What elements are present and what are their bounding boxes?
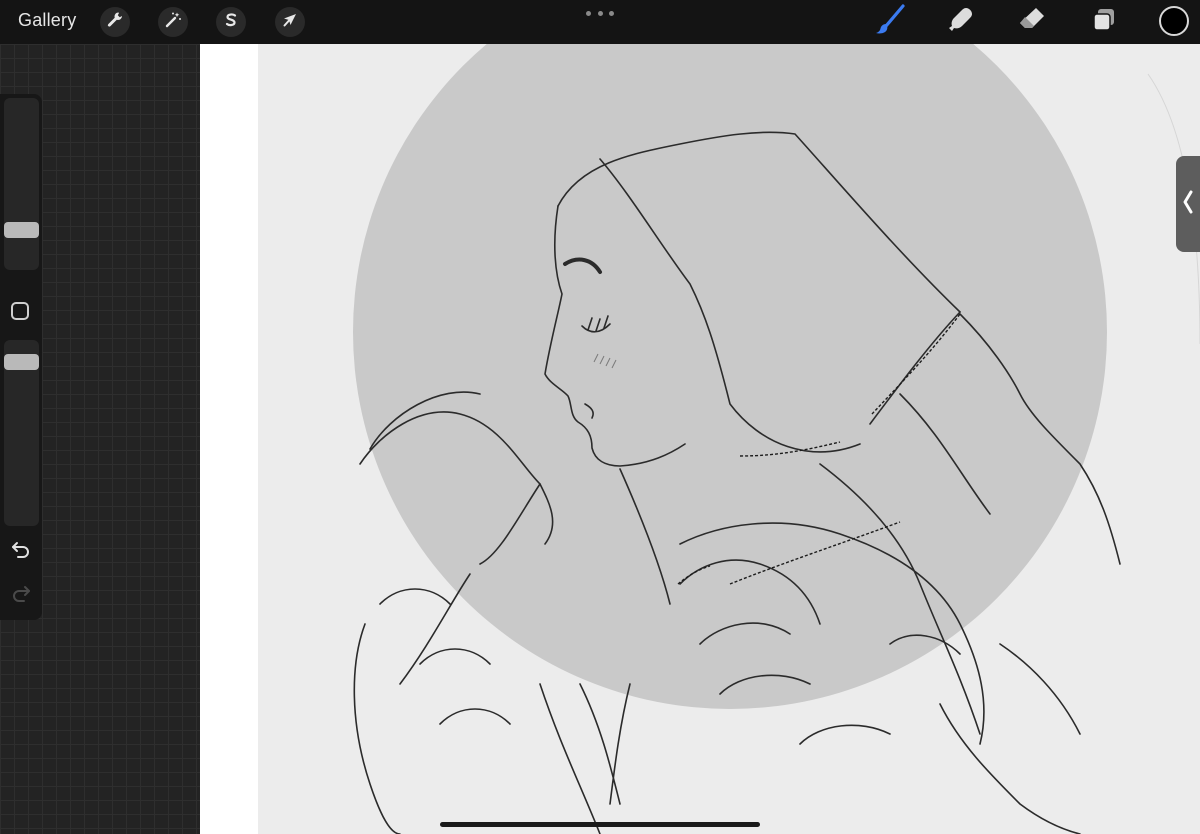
procreate-app: Gallery — [0, 0, 1200, 834]
brush-tool-button[interactable] — [874, 3, 906, 41]
eraser-tool-button[interactable] — [1016, 6, 1048, 38]
undo-button[interactable] — [9, 540, 33, 564]
undo-icon — [10, 539, 32, 566]
more-dots-icon[interactable] — [586, 8, 614, 18]
gallery-button[interactable]: Gallery — [18, 10, 76, 31]
chevron-left-icon — [1182, 189, 1194, 220]
redo-button[interactable] — [9, 584, 33, 608]
brush-icon — [874, 3, 906, 41]
side-panel-handle[interactable] — [1176, 156, 1200, 252]
transform-button[interactable] — [275, 7, 305, 37]
selection-s-icon — [222, 11, 240, 34]
eraser-icon — [1017, 5, 1047, 40]
color-picker-button[interactable] — [1159, 6, 1189, 36]
wrench-icon — [106, 11, 124, 34]
square-modify-icon[interactable] — [11, 302, 29, 320]
layers-button[interactable] — [1088, 6, 1120, 38]
left-sidebar — [0, 94, 42, 620]
top-toolbar: Gallery — [0, 0, 1200, 44]
magic-wand-icon — [164, 11, 182, 34]
layers-icon — [1090, 6, 1118, 39]
selection-button[interactable] — [216, 7, 246, 37]
actions-button[interactable] — [100, 7, 130, 37]
drawing-canvas[interactable] — [200, 44, 1200, 834]
brush-size-slider[interactable] — [4, 98, 39, 270]
smudge-tool-button[interactable] — [944, 6, 976, 38]
brush-opacity-slider[interactable] — [4, 340, 39, 526]
redo-icon — [10, 583, 32, 610]
arrow-cursor-icon — [281, 11, 299, 34]
brush-size-thumb[interactable] — [4, 222, 39, 238]
brush-opacity-thumb[interactable] — [4, 354, 39, 370]
canvas-artwork — [258, 44, 1200, 834]
adjustments-button[interactable] — [158, 7, 188, 37]
home-indicator[interactable] — [440, 822, 760, 827]
smudge-finger-icon — [945, 5, 975, 40]
